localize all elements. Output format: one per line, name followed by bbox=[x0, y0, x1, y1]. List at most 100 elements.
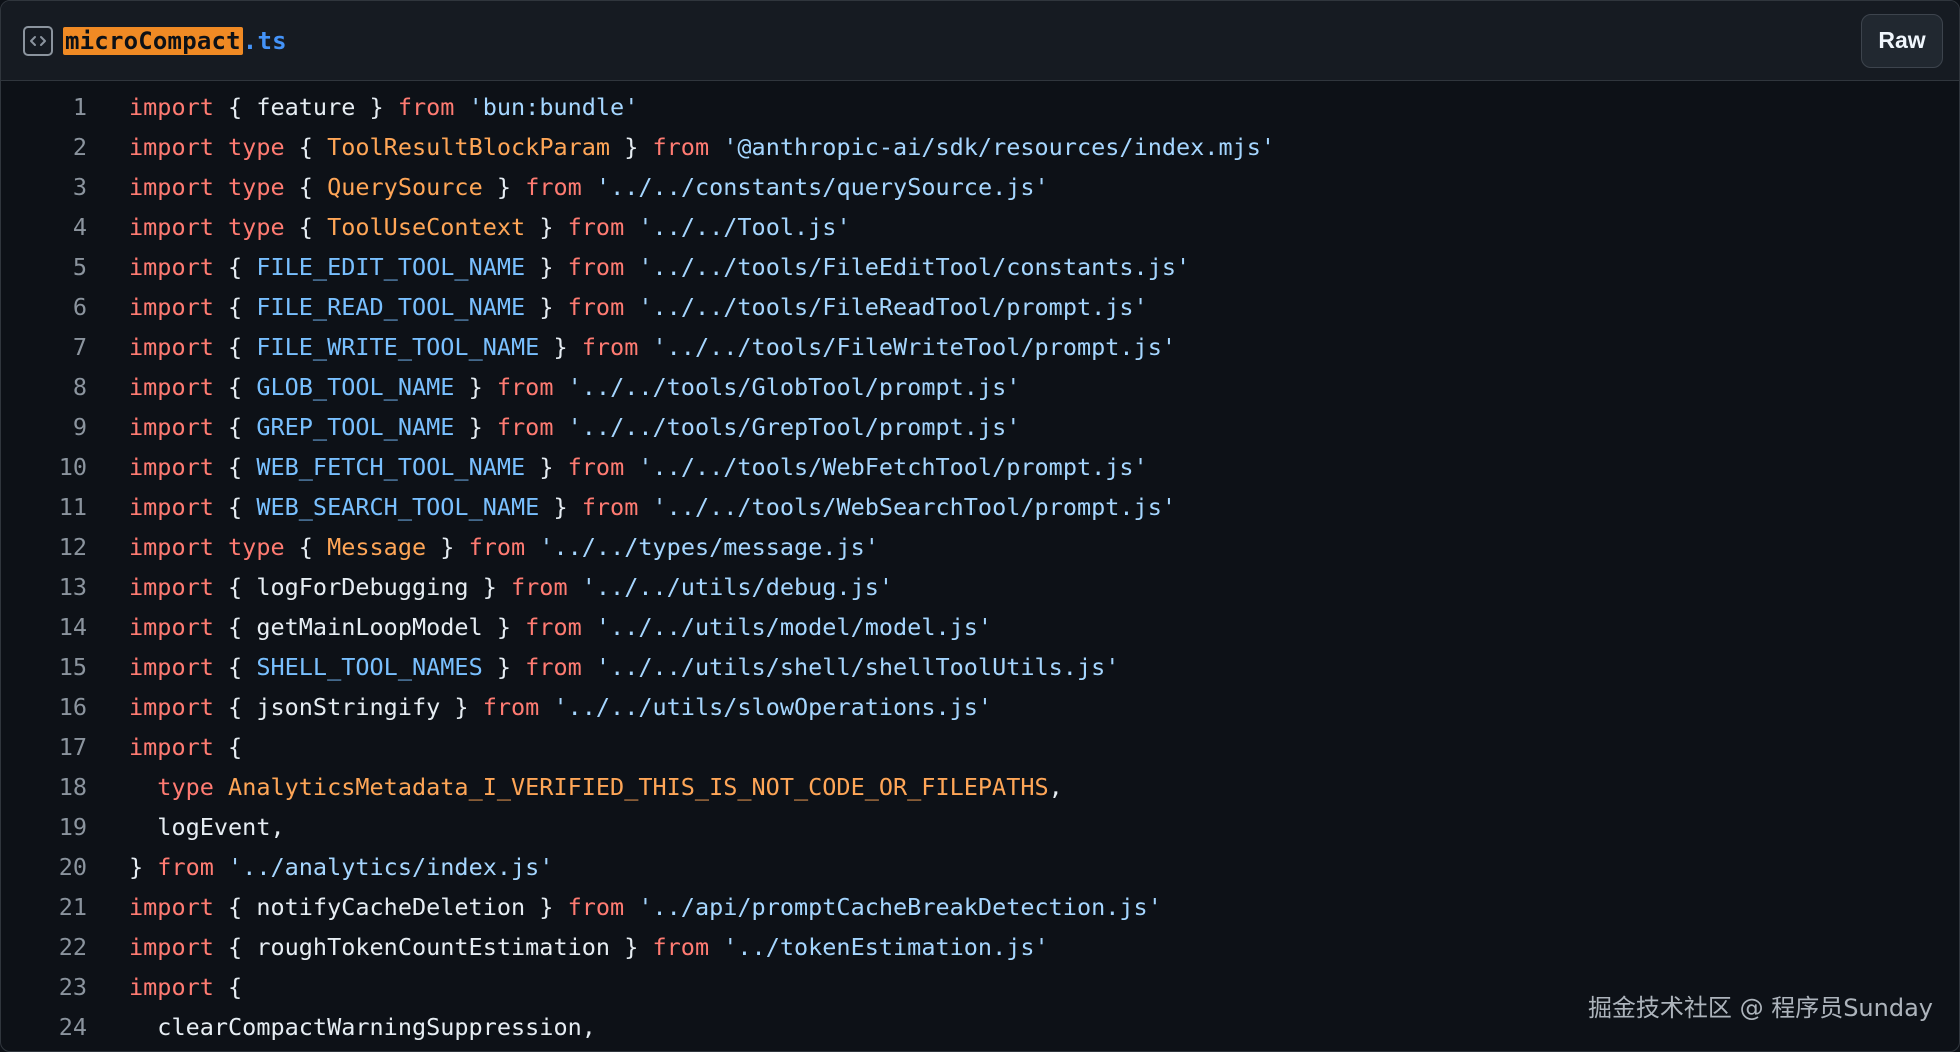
plain-token: { bbox=[284, 133, 328, 161]
string-token: '../../tools/FileReadTool/prompt.js' bbox=[638, 293, 1148, 321]
keyword-token: import bbox=[129, 973, 214, 1001]
plain-token: , bbox=[1048, 773, 1063, 801]
line-number[interactable]: 2 bbox=[1, 133, 129, 161]
string-token: '../../tools/GrepTool/prompt.js' bbox=[567, 413, 1021, 441]
line-number[interactable]: 21 bbox=[1, 893, 129, 921]
line-number[interactable]: 10 bbox=[1, 453, 129, 481]
code-line: 8 import { GLOB_TOOL_NAME } from '../../t… bbox=[1, 367, 1959, 407]
keyword-token: from bbox=[567, 253, 625, 281]
plain-token: } bbox=[525, 293, 568, 321]
string-token: 'bun:bundle' bbox=[468, 93, 639, 121]
keyword-token: from bbox=[525, 653, 582, 681]
line-number[interactable]: 16 bbox=[1, 693, 129, 721]
code-text: import type { ToolUseContext } from '../… bbox=[129, 213, 851, 241]
constant-token: FILE_EDIT_TOOL_NAME bbox=[256, 253, 526, 281]
type-token: ToolUseContext bbox=[327, 213, 526, 241]
raw-button[interactable]: Raw bbox=[1861, 13, 1943, 68]
line-number[interactable]: 6 bbox=[1, 293, 129, 321]
constant-token: FILE_WRITE_TOOL_NAME bbox=[256, 333, 540, 361]
code-body: 1 import { feature } from 'bun:bundle' 2 im… bbox=[1, 81, 1959, 1047]
keyword-token: from bbox=[468, 533, 526, 561]
file-name[interactable]: microCompact.ts bbox=[63, 26, 287, 55]
line-number[interactable]: 19 bbox=[1, 813, 129, 841]
keyword-token: import bbox=[129, 653, 214, 681]
line-number[interactable]: 18 bbox=[1, 773, 129, 801]
code-text: import { SHELL_TOOL_NAMES } from '../../… bbox=[129, 653, 1119, 681]
plain-token: } bbox=[525, 213, 568, 241]
code-text: import type { Message } from '../../type… bbox=[129, 533, 879, 561]
code-line: 17 import { bbox=[1, 727, 1959, 767]
keyword-token: from bbox=[157, 853, 214, 881]
line-number[interactable]: 1 bbox=[1, 93, 129, 121]
line-number[interactable]: 11 bbox=[1, 493, 129, 521]
line-number[interactable]: 24 bbox=[1, 1013, 129, 1041]
line-number[interactable]: 22 bbox=[1, 933, 129, 961]
keyword-token: import bbox=[129, 893, 214, 921]
type-token: QuerySource bbox=[327, 173, 483, 201]
constant-token: FILE_READ_TOOL_NAME bbox=[256, 293, 526, 321]
code-text: import type { ToolResultBlockParam } fro… bbox=[129, 133, 1275, 161]
code-text: import { bbox=[129, 733, 242, 761]
line-number[interactable]: 3 bbox=[1, 173, 129, 201]
code-line: 3 import type { QuerySource } from '../..… bbox=[1, 167, 1959, 207]
line-number[interactable]: 8 bbox=[1, 373, 129, 401]
line-number[interactable]: 17 bbox=[1, 733, 129, 761]
line-number[interactable]: 13 bbox=[1, 573, 129, 601]
code-text: clearCompactWarningSuppression, bbox=[129, 1013, 596, 1041]
code-text: import { notifyCacheDeletion } from '../… bbox=[129, 893, 1162, 921]
plain-token: { bbox=[213, 653, 257, 681]
keyword-token: from bbox=[525, 173, 582, 201]
plain-token: { notifyCacheDeletion } bbox=[213, 893, 568, 921]
code-line: 6 import { FILE_READ_TOOL_NAME } from '..… bbox=[1, 287, 1959, 327]
plain-token: } bbox=[539, 333, 582, 361]
line-number[interactable]: 14 bbox=[1, 613, 129, 641]
string-token: '../../Tool.js' bbox=[638, 213, 851, 241]
plain-token: { feature } bbox=[213, 93, 398, 121]
keyword-token: import bbox=[129, 453, 214, 481]
code-text: import { WEB_SEARCH_TOOL_NAME } from '..… bbox=[129, 493, 1176, 521]
code-line: 12 import type { Message } from '../../ty… bbox=[1, 527, 1959, 567]
code-line: 13 import { logForDebugging } from '../..… bbox=[1, 567, 1959, 607]
keyword-token: from bbox=[567, 893, 625, 921]
line-number[interactable]: 20 bbox=[1, 853, 129, 881]
plain-token: } bbox=[525, 253, 568, 281]
line-number[interactable]: 12 bbox=[1, 533, 129, 561]
line-number[interactable]: 5 bbox=[1, 253, 129, 281]
code-text: import { getMainLoopModel } from '../../… bbox=[129, 613, 992, 641]
code-text: import { jsonStringify } from '../../uti… bbox=[129, 693, 992, 721]
code-text: import { GREP_TOOL_NAME } from '../../to… bbox=[129, 413, 1020, 441]
keyword-token: from bbox=[652, 933, 710, 961]
line-number[interactable]: 23 bbox=[1, 973, 129, 1001]
line-number[interactable]: 9 bbox=[1, 413, 129, 441]
code-text: import { FILE_READ_TOOL_NAME } from '../… bbox=[129, 293, 1148, 321]
keyword-token: import type bbox=[129, 173, 285, 201]
code-text: import { GLOB_TOOL_NAME } from '../../to… bbox=[129, 373, 1020, 401]
string-token: '../../tools/WebFetchTool/prompt.js' bbox=[638, 453, 1148, 481]
code-line: 5 import { FILE_EDIT_TOOL_NAME } from '..… bbox=[1, 247, 1959, 287]
plain-token: { getMainLoopModel } bbox=[213, 613, 526, 641]
keyword-token: from bbox=[652, 133, 710, 161]
code-line: 20} from '../analytics/index.js' bbox=[1, 847, 1959, 887]
keyword-token: import bbox=[129, 93, 214, 121]
line-number[interactable]: 15 bbox=[1, 653, 129, 681]
keyword-token: import bbox=[129, 293, 214, 321]
constant-token: SHELL_TOOL_NAMES bbox=[256, 653, 483, 681]
keyword-token: import type bbox=[129, 213, 285, 241]
constant-token: GREP_TOOL_NAME bbox=[256, 413, 455, 441]
code-text: import { feature } from 'bun:bundle' bbox=[129, 93, 638, 121]
line-number[interactable]: 4 bbox=[1, 213, 129, 241]
keyword-token: import bbox=[129, 693, 214, 721]
line-number[interactable]: 7 bbox=[1, 333, 129, 361]
keyword-token: import bbox=[129, 373, 214, 401]
keyword-token: from bbox=[482, 693, 540, 721]
code-line: 21 import { notifyCacheDeletion } from '.… bbox=[1, 887, 1959, 927]
code-line: 16 import { jsonStringify } from '../../u… bbox=[1, 687, 1959, 727]
